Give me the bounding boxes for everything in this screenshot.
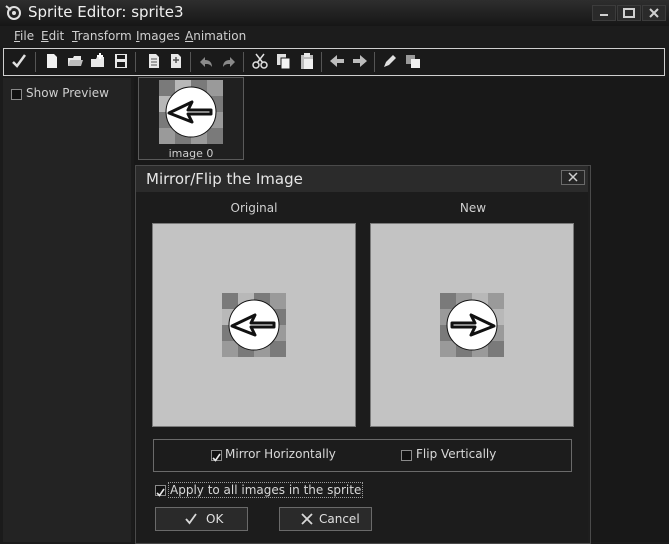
toolbar-separator xyxy=(35,52,36,72)
mirrored-sprite-image xyxy=(440,293,504,357)
original-label: Original xyxy=(230,201,278,215)
save-icon[interactable] xyxy=(112,52,130,70)
dialog-title: Mirror/Flip the Image xyxy=(146,170,303,188)
dialog-close-button[interactable] xyxy=(561,170,585,185)
redo-icon[interactable] xyxy=(220,52,238,70)
cancel-button[interactable]: Cancel xyxy=(279,507,372,531)
checkmark-icon xyxy=(212,453,221,462)
menu-edit[interactable]: Edit xyxy=(41,29,64,43)
menu-file[interactable]: File xyxy=(14,29,34,43)
create-from-strip-icon[interactable] xyxy=(145,52,163,70)
close-icon xyxy=(568,172,578,182)
show-preview-label: Show Preview xyxy=(26,86,109,100)
minimize-button[interactable] xyxy=(592,5,616,21)
cancel-label: Cancel xyxy=(319,512,360,526)
cut-icon[interactable] xyxy=(251,52,269,70)
original-sprite-image xyxy=(222,293,286,357)
shift-right-icon[interactable] xyxy=(351,52,369,70)
close-icon xyxy=(649,8,659,18)
undo-icon[interactable] xyxy=(197,52,215,70)
original-preview xyxy=(152,223,356,427)
toolbar-separator xyxy=(374,52,375,72)
close-button[interactable] xyxy=(642,5,666,21)
flip-vertically-checkbox[interactable] xyxy=(401,450,412,461)
ok-label: OK xyxy=(206,512,224,526)
mirror-horizontally-checkbox[interactable] xyxy=(211,450,222,462)
toolbar-separator xyxy=(135,52,136,72)
menu-transform[interactable]: Transform xyxy=(72,29,132,43)
add-from-file-icon[interactable] xyxy=(89,52,107,70)
edit-pencil-icon[interactable] xyxy=(381,52,399,70)
mirror-horizontally-label: Mirror Horizontally xyxy=(225,447,336,461)
window-title: Sprite Editor: sprite3 xyxy=(28,3,184,21)
menu-images[interactable]: Images xyxy=(136,29,180,43)
image-caption: image 0 xyxy=(168,147,214,160)
shift-left-icon[interactable] xyxy=(328,52,346,70)
checkmark-icon xyxy=(156,488,165,497)
checkmark-icon[interactable] xyxy=(10,52,28,70)
paste-icon[interactable] xyxy=(298,52,316,70)
maximize-icon xyxy=(623,8,635,18)
left-panel xyxy=(3,78,131,542)
toolbar-separator xyxy=(321,52,322,72)
app-logo-icon xyxy=(5,5,21,20)
sprite-left-arrow-thumbnail xyxy=(159,80,223,144)
menu-animation[interactable]: Animation xyxy=(185,29,246,43)
show-preview-checkbox[interactable] xyxy=(11,89,22,100)
open-folder-icon[interactable] xyxy=(66,52,84,70)
ok-button[interactable]: OK xyxy=(155,507,248,531)
apply-all-checkbox[interactable] xyxy=(155,485,166,497)
flip-vertically-label: Flip Vertically xyxy=(416,447,497,461)
new-preview xyxy=(370,223,574,427)
copy-icon[interactable] xyxy=(274,52,292,70)
minimize-icon xyxy=(600,14,608,16)
apply-all-label: Apply to all images in the sprite xyxy=(168,482,364,498)
cancel-x-icon xyxy=(301,513,313,525)
toolbar-separator xyxy=(190,52,191,72)
new-file-icon[interactable] xyxy=(43,52,61,70)
checkmark-icon xyxy=(185,513,197,525)
new-label: New xyxy=(459,201,487,215)
maximize-button[interactable] xyxy=(617,5,641,21)
toolbar-separator xyxy=(243,52,244,72)
add-from-strip-icon[interactable] xyxy=(167,52,185,70)
stack-images-icon[interactable] xyxy=(404,52,422,70)
